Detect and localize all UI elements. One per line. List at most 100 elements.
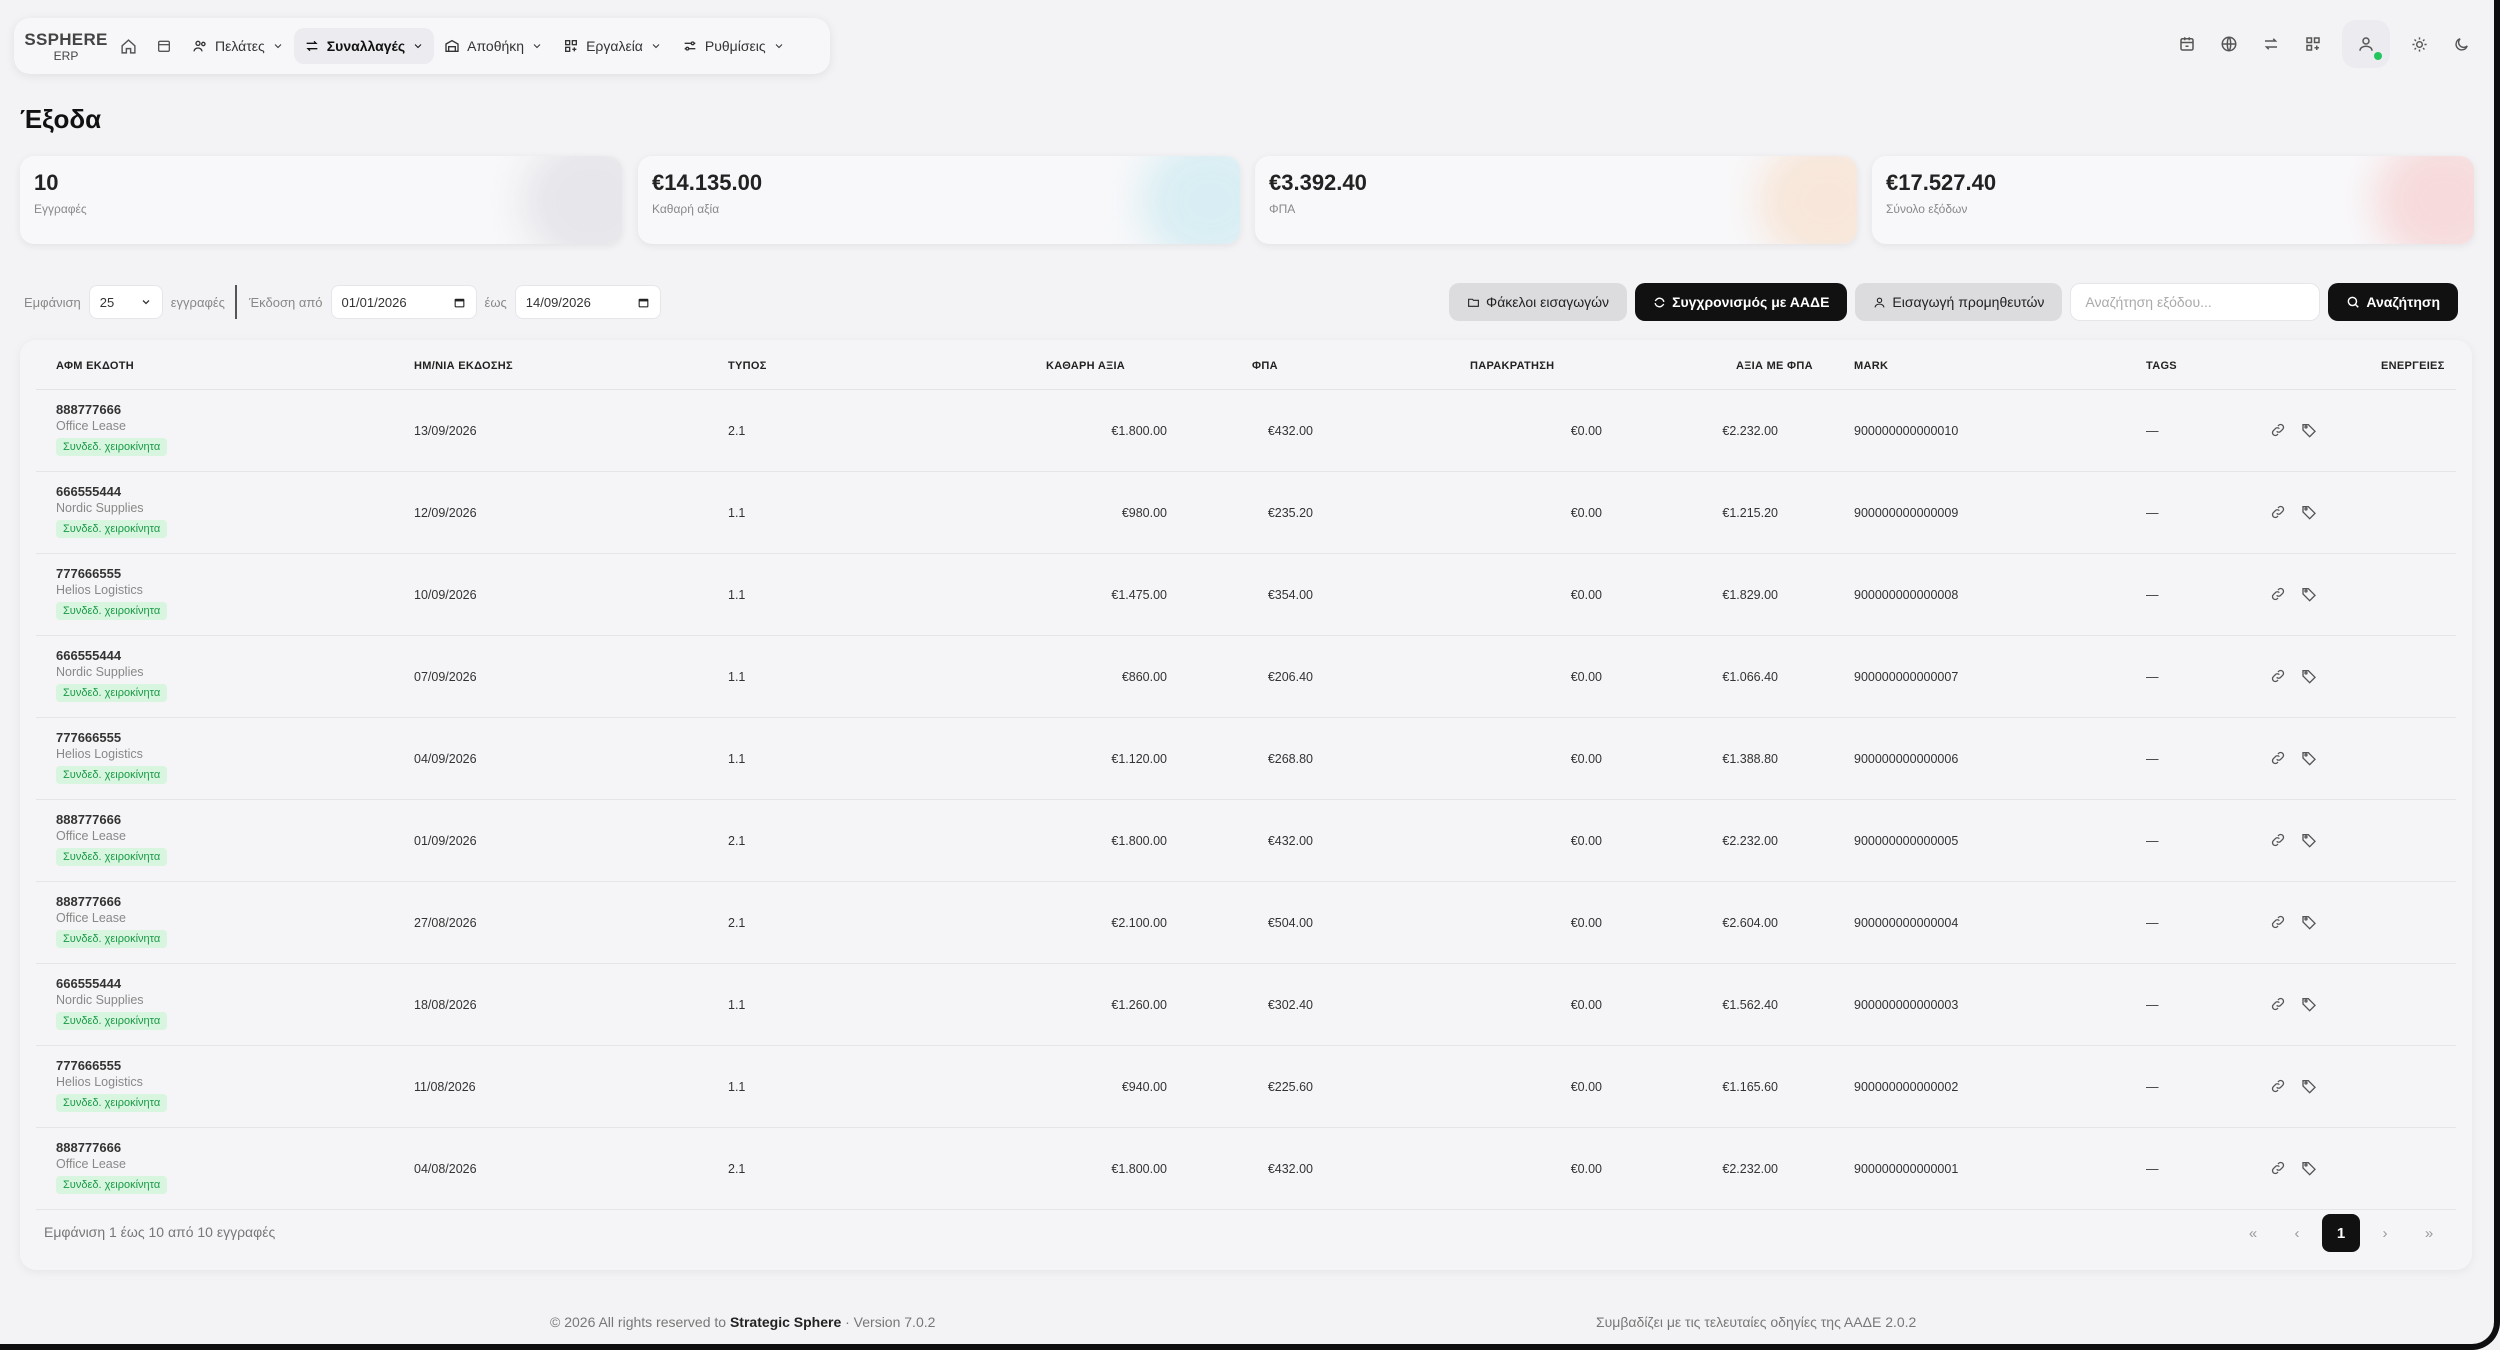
issuer-afm: 888777666 (56, 402, 122, 417)
next-page-button[interactable]: › (2366, 1214, 2404, 1252)
tag-icon[interactable] (2301, 668, 2321, 688)
company-link[interactable]: Strategic Sphere (730, 1314, 841, 1330)
chevron-down-icon (652, 44, 660, 49)
home-icon[interactable] (110, 28, 146, 64)
table-row[interactable]: 666555444 Nordic Supplies Συνδεδ. χειροκίν… (36, 472, 2456, 554)
issue-date: 12/09/2026 (414, 506, 477, 520)
status-badge: Συνδεδ. χειροκίνητα (56, 848, 168, 866)
page-1-button[interactable]: 1 (2322, 1214, 2360, 1252)
prev-page-button[interactable]: ‹ (2278, 1214, 2316, 1252)
nav-item-tools[interactable]: Εργαλεία (553, 28, 672, 64)
search-button[interactable]: Αναζήτηση (2328, 283, 2458, 321)
table-row[interactable]: 777666555 Helios Logistics Συνδεδ. χειροκί… (36, 554, 2456, 636)
tag-icon[interactable] (2301, 504, 2321, 524)
chevron-down-icon (274, 44, 282, 49)
issue-date: 04/09/2026 (414, 752, 477, 766)
last-page-button[interactable]: » (2410, 1214, 2448, 1252)
header-actions (2168, 20, 2480, 68)
nav-item-warehouse[interactable]: Αποθήκη (434, 28, 553, 64)
table-row[interactable]: 888777666 Office Lease Συνδεδ. χειροκίνητα… (36, 800, 2456, 882)
status-badge: Συνδεδ. χειροκίνητα (56, 1094, 168, 1112)
tag-icon[interactable] (2301, 750, 2321, 770)
table-row[interactable]: 888777666 Office Lease Συνδεδ. χειροκίνητα… (36, 1128, 2456, 1210)
vat-value: €235.20 (1267, 506, 1313, 520)
tag-icon[interactable] (2301, 996, 2321, 1016)
sync-aade-button[interactable]: Συγχρονισμός με ΑΑΔΕ (1635, 283, 1848, 321)
gross-value: €1.388.80 (1722, 752, 1778, 766)
link-icon[interactable] (2270, 832, 2290, 852)
table-row[interactable]: 666555444 Nordic Supplies Συνδεδ. χειροκίν… (36, 964, 2456, 1046)
link-icon[interactable] (2270, 1078, 2290, 1098)
table-row[interactable]: 777666555 Helios Logistics Συνδεδ. χειροκί… (36, 1046, 2456, 1128)
mark-value: 900000000000005 (1854, 834, 1959, 848)
import-folders-button[interactable]: Φάκελοι εισαγωγών (1449, 283, 1628, 321)
tag-icon[interactable] (2301, 832, 2321, 852)
nav-item-transactions[interactable]: Συναλλαγές (293, 28, 435, 64)
link-icon[interactable] (2270, 914, 2290, 934)
gross-value: €2.604.00 (1722, 916, 1778, 930)
doc-type: 2.1 (728, 916, 746, 930)
issuer-name: Nordic Supplies (56, 665, 144, 679)
refresh-icon (1654, 297, 1665, 307)
gross-value: €1.562.40 (1722, 998, 1778, 1012)
table-row[interactable]: 888777666 Office Lease Συνδεδ. χειροκίνητα… (36, 882, 2456, 964)
mark-value: 900000000000004 (1854, 916, 1959, 930)
tag-icon[interactable] (2301, 1078, 2321, 1098)
vat-value: €302.40 (1267, 998, 1313, 1012)
link-icon[interactable] (2270, 422, 2290, 442)
sun-icon[interactable] (2400, 22, 2438, 66)
tag-icon[interactable] (2301, 586, 2321, 606)
tag-icon[interactable] (2301, 422, 2321, 442)
sliders-icon (684, 41, 696, 51)
folder-icon (1468, 298, 1479, 307)
link-icon[interactable] (2270, 1160, 2290, 1180)
tags-value: — (2146, 998, 2159, 1012)
tag-icon[interactable] (2301, 914, 2321, 934)
doc-type: 2.1 (728, 834, 746, 848)
stat-card-records: 10 Εγγραφές (20, 156, 622, 244)
table-row[interactable]: 888777666 Office Lease Συνδεδ. χειροκίνητα… (36, 390, 2456, 472)
vat-value: €206.40 (1267, 670, 1313, 684)
link-icon[interactable] (2270, 996, 2290, 1016)
search-input[interactable] (2070, 283, 2321, 321)
calendar-icon[interactable] (637, 296, 650, 309)
issuer-cell: 666555444 Nordic Supplies Συνδεδ. χειροκίν… (56, 484, 168, 538)
user-icon (1875, 297, 1885, 307)
calendar-plus-icon[interactable] (2168, 22, 2206, 66)
gross-value: €1.165.60 (1722, 1080, 1778, 1094)
issuer-name: Nordic Supplies (56, 501, 144, 515)
net-value: €860.00 (1121, 670, 1167, 684)
import-suppliers-button[interactable]: Εισαγωγή προμηθευτών (1855, 283, 2063, 321)
nav-item-customers[interactable]: Πελάτες (182, 28, 294, 64)
link-icon[interactable] (2270, 668, 2290, 688)
page-size-select[interactable]: 25 (88, 285, 163, 319)
table-row[interactable]: 777666555 Helios Logistics Συνδεδ. χειροκί… (36, 718, 2456, 800)
link-icon[interactable] (2270, 586, 2290, 606)
issuer-afm: 777666555 (56, 730, 122, 745)
nav-item-settings[interactable]: Ρυθμίσεις (672, 28, 795, 64)
globe-icon[interactable] (2210, 22, 2248, 66)
tags-value: — (2146, 752, 2159, 766)
apps-icon[interactable] (2294, 22, 2332, 66)
online-status-dot (2374, 52, 2382, 60)
link-icon[interactable] (2270, 504, 2290, 524)
doc-type: 1.1 (728, 998, 746, 1012)
app-logo[interactable]: SSPHERE ERP (22, 31, 110, 62)
avatar[interactable] (2342, 20, 2390, 68)
calendar-icon[interactable] (453, 296, 466, 309)
first-page-button[interactable]: « (2234, 1214, 2272, 1252)
link-icon[interactable] (2270, 750, 2290, 770)
moon-icon[interactable] (2442, 22, 2480, 66)
date-from-input[interactable]: 01/01/2026 (330, 285, 477, 319)
date-to-input[interactable]: 14/09/2026 (514, 285, 661, 319)
vat-value: €268.80 (1267, 752, 1313, 766)
issuer-afm: 666555444 (56, 484, 122, 499)
calendar-icon[interactable] (146, 28, 182, 64)
status-badge: Συνδεδ. χειροκίνητα (56, 1012, 168, 1030)
net-value: €980.00 (1121, 506, 1167, 520)
tag-icon[interactable] (2301, 1160, 2321, 1180)
issuer-name: Nordic Supplies (56, 993, 144, 1007)
transfer-icon[interactable] (2252, 22, 2290, 66)
table-row[interactable]: 666555444 Nordic Supplies Συνδεδ. χειροκίν… (36, 636, 2456, 718)
user-icon (2359, 37, 2373, 51)
